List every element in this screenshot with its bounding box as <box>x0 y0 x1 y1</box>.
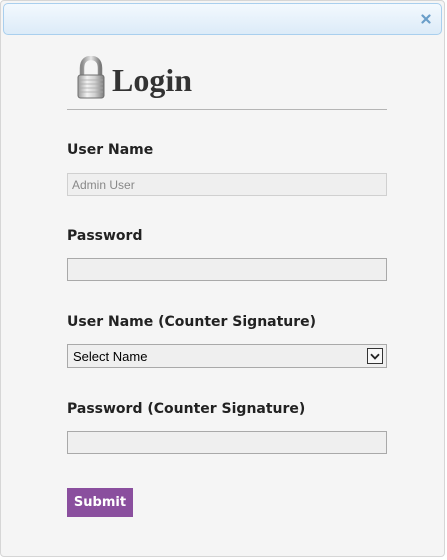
close-button[interactable] <box>417 10 435 28</box>
counter-username-select[interactable]: Select Name <box>67 344 387 368</box>
counter-username-label: User Name (Counter Signature) <box>67 314 317 330</box>
chevron-down-icon[interactable] <box>367 348 383 364</box>
title-divider <box>67 109 387 110</box>
page-title: Login <box>112 62 193 98</box>
counter-password-field[interactable] <box>67 431 387 454</box>
login-heading: Login <box>67 53 387 103</box>
login-form: Login User Name Password User Name (Coun… <box>67 53 387 517</box>
password-label: Password <box>67 228 143 244</box>
counter-password-label: Password (Counter Signature) <box>67 401 306 417</box>
counter-username-selected: Select Name <box>73 348 148 364</box>
dialog-titlebar <box>3 3 442 35</box>
username-label: User Name <box>67 142 154 158</box>
padlock-icon <box>77 56 105 99</box>
close-icon <box>421 14 431 24</box>
username-field[interactable] <box>67 173 387 196</box>
password-field[interactable] <box>67 258 387 281</box>
submit-button[interactable]: Submit <box>67 488 133 517</box>
login-dialog: Login User Name Password User Name (Coun… <box>0 0 445 557</box>
